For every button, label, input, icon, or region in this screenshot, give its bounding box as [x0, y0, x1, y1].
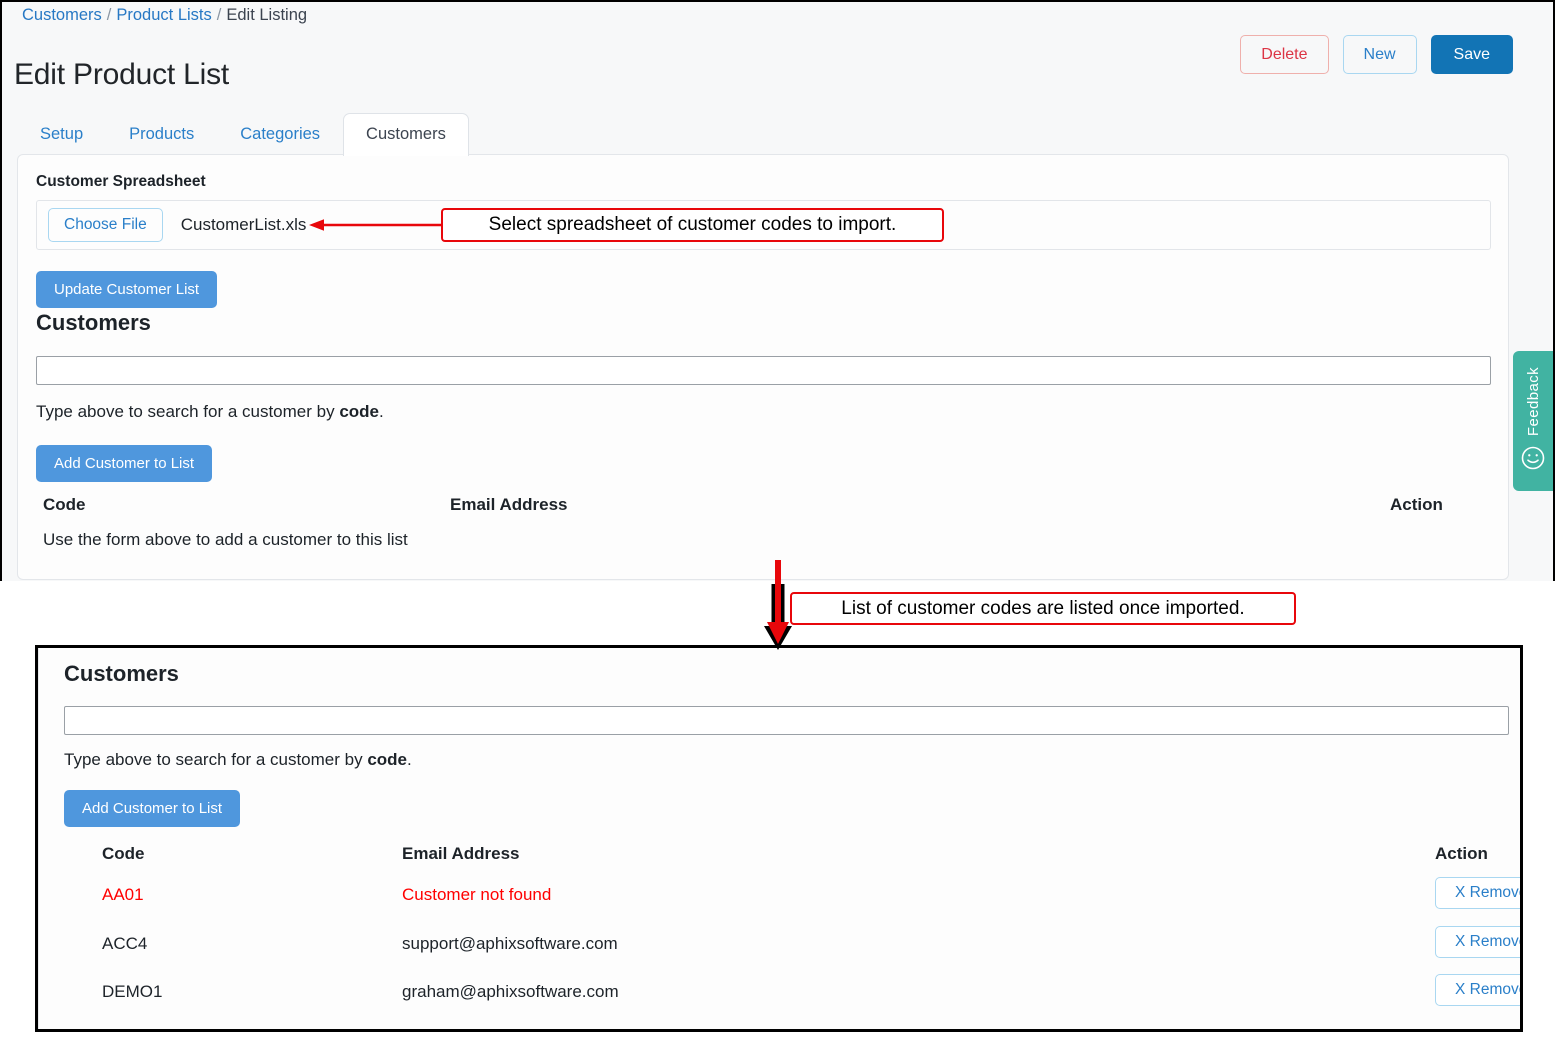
feedback-tab-label: Feedback	[1525, 367, 1542, 436]
callout-1-arrow	[307, 216, 445, 234]
breadcrumb-link-product-lists[interactable]: Product Lists	[116, 6, 211, 24]
remove-button[interactable]: X Remove	[1435, 877, 1523, 909]
bottom-column-header-code: Code	[102, 844, 145, 864]
customers-table-empty-message: Use the form above to add a customer to …	[43, 530, 408, 550]
bottom-customer-search-hint: Type above to search for a customer by c…	[64, 750, 412, 770]
bottom-customer-search-input[interactable]	[64, 706, 1509, 735]
hint-bold: code	[339, 402, 379, 421]
bottom-hint-prefix: Type above to search for a customer by	[64, 750, 367, 769]
breadcrumb: Customers/Product Lists/Edit Listing	[22, 6, 307, 25]
bottom-hint-bold: code	[367, 750, 407, 769]
customer-search-input[interactable]	[36, 356, 1491, 385]
selected-file-name: CustomerList.xls	[181, 215, 307, 235]
breadcrumb-separator-2: /	[217, 6, 222, 24]
cell-action: X Remove	[1435, 974, 1523, 1006]
hint-prefix: Type above to search for a customer by	[36, 402, 339, 421]
choose-file-button[interactable]: Choose File	[48, 208, 163, 242]
column-header-code: Code	[43, 495, 86, 515]
remove-button[interactable]: X Remove	[1435, 974, 1523, 1006]
cell-code: ACC4	[102, 934, 147, 954]
page-title: Edit Product List	[14, 58, 229, 92]
remove-button[interactable]: X Remove	[1435, 926, 1523, 958]
add-customer-to-list-button[interactable]: Add Customer to List	[36, 445, 212, 482]
cell-email: Customer not found	[402, 885, 551, 905]
update-customer-list-button[interactable]: Update Customer List	[36, 271, 217, 308]
delete-button[interactable]: Delete	[1240, 35, 1328, 74]
table-row: ACC4 support@aphixsoftware.com X Remove	[39, 930, 1520, 979]
smiley-face-icon	[1520, 445, 1546, 476]
bottom-customers-heading: Customers	[64, 661, 179, 687]
header-action-buttons: Delete New Save	[1240, 35, 1513, 74]
bottom-screenshot-region: Customers Type above to search for a cus…	[35, 645, 1523, 1032]
tab-products[interactable]: Products	[106, 113, 217, 156]
callout-2-arrow	[758, 560, 798, 650]
save-button[interactable]: Save	[1431, 35, 1513, 74]
top-screenshot-region: Customers/Product Lists/Edit Listing Edi…	[0, 0, 1555, 581]
cell-code: AA01	[102, 885, 144, 905]
table-row: DEMO1 graham@aphixsoftware.com X Remove	[39, 978, 1520, 1027]
callout-2: List of customer codes are listed once i…	[790, 592, 1296, 625]
column-header-email: Email Address	[450, 495, 567, 515]
cell-email: support@aphixsoftware.com	[402, 934, 618, 954]
breadcrumb-current: Edit Listing	[226, 6, 307, 24]
breadcrumb-link-customers[interactable]: Customers	[22, 6, 102, 24]
bottom-column-header-action: Action	[1435, 844, 1488, 864]
cell-code: DEMO1	[102, 982, 162, 1002]
bottom-customers-table: Code Email Address Action AA01 Customer …	[39, 840, 1520, 1027]
customer-search-hint: Type above to search for a customer by c…	[36, 402, 384, 422]
tab-customers[interactable]: Customers	[343, 113, 469, 156]
bottom-table-header-row: Code Email Address Action	[39, 840, 1520, 881]
column-header-action: Action	[1390, 495, 1443, 515]
new-button[interactable]: New	[1343, 35, 1417, 74]
tab-categories[interactable]: Categories	[217, 113, 343, 156]
cell-email: graham@aphixsoftware.com	[402, 982, 619, 1002]
bottom-add-customer-to-list-button[interactable]: Add Customer to List	[64, 790, 240, 827]
bottom-hint-suffix: .	[407, 750, 412, 769]
bottom-panel-inner: Customers Type above to search for a cus…	[38, 648, 1520, 1029]
customers-table-header: Code Email Address Action	[18, 495, 1508, 517]
customer-spreadsheet-label: Customer Spreadsheet	[36, 173, 206, 191]
table-row: AA01 Customer not found X Remove	[39, 881, 1520, 930]
breadcrumb-separator-1: /	[107, 6, 112, 24]
hint-suffix: .	[379, 402, 384, 421]
cell-action: X Remove	[1435, 877, 1523, 909]
tab-setup[interactable]: Setup	[17, 113, 106, 156]
customers-section-heading: Customers	[36, 310, 151, 336]
cell-action: X Remove	[1435, 926, 1523, 958]
bottom-column-header-email: Email Address	[402, 844, 519, 864]
feedback-tab[interactable]: Feedback	[1513, 351, 1553, 491]
screenshot-root: Customers/Product Lists/Edit Listing Edi…	[0, 0, 1555, 1037]
callout-1: Select spreadsheet of customer codes to …	[441, 208, 944, 242]
tab-bar: Setup Products Categories Customers	[17, 114, 469, 156]
